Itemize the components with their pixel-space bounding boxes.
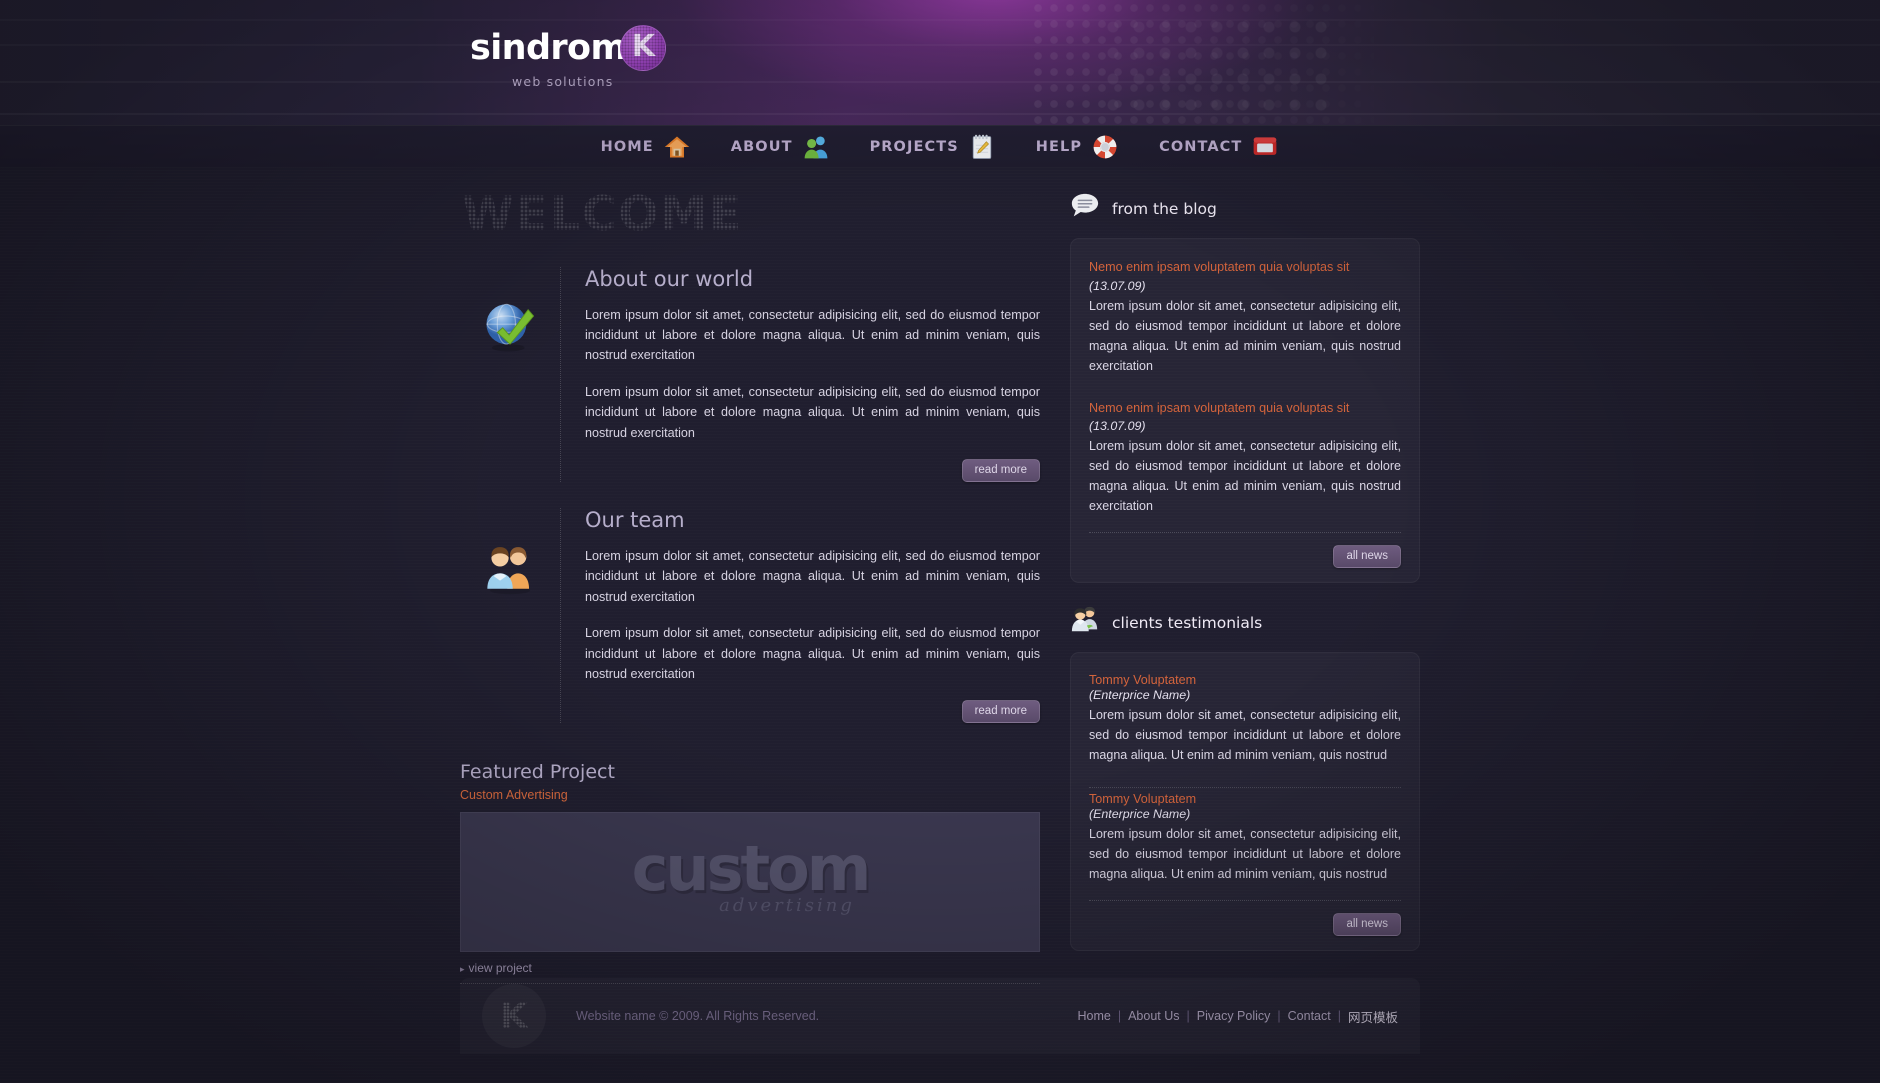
team-icon (460, 508, 560, 723)
footer-logo-letter: K (500, 995, 528, 1037)
blog-post-date: (13.07.09) (1089, 278, 1146, 293)
footer-link-template-cn[interactable]: 网页模板 (1348, 1007, 1398, 1026)
nav-item-contact[interactable]: CONTACT (1159, 133, 1279, 161)
logo-tagline: web solutions (512, 74, 614, 89)
featured-project-subtitle[interactable]: Custom Advertising (460, 788, 1040, 802)
nav-item-about[interactable]: ABOUT (731, 133, 830, 161)
footer-link-separator: | (1337, 1009, 1341, 1023)
speech-bubble-icon (1070, 191, 1100, 226)
clients-icon (1070, 605, 1100, 640)
testimonials-panel: Tommy Voluptatem (Enterprice Name) Lorem… (1070, 652, 1420, 952)
footer-link-home[interactable]: Home (1077, 1009, 1110, 1023)
content-area: WELCOME About our world Lorem ipsum dolo… (460, 167, 1420, 985)
sidebar-column: from the blog Nemo enim ipsam voluptatem… (1070, 189, 1420, 984)
testimonial-author[interactable]: Tommy Voluptatem (1089, 673, 1401, 687)
blog-post-text: Lorem ipsum dolor sit amet, consectetur … (1089, 439, 1401, 514)
welcome-heading: WELCOME (460, 189, 1040, 241)
testimonials-panel-header: clients testimonials (1070, 605, 1420, 640)
section-body: Our team Lorem ipsum dolor sit amet, con… (560, 508, 1040, 724)
logo-row: sindrom K (470, 25, 667, 71)
testimonial-text: Lorem ipsum dolor sit amet, consectetur … (1089, 827, 1401, 882)
blog-post: Nemo enim ipsam voluptatem quia voluptas… (1089, 255, 1401, 388)
site-footer-wrap: K Website name © 2009. All Rights Reserv… (0, 978, 1880, 1083)
users-icon (802, 133, 830, 161)
testimonial-organization: (Enterprice Name) (1089, 688, 1191, 703)
testimonial-organization: (Enterprice Name) (1089, 807, 1191, 822)
caret-right-icon: ▸ (460, 964, 465, 975)
page-root: sindrom K web solutions HOME ABOUT PROJE… (0, 0, 1880, 1083)
footer-link-privacy-policy[interactable]: Pivacy Policy (1197, 1009, 1271, 1023)
lifering-icon (1091, 133, 1119, 161)
logo-wordmark: sindrom (470, 27, 627, 68)
featured-project-image[interactable]: custom advertising (460, 812, 1040, 953)
all-news-button[interactable]: all news (1333, 913, 1401, 937)
testimonial-author[interactable]: Tommy Voluptatem (1089, 792, 1401, 806)
footer-link-separator: | (1277, 1009, 1281, 1023)
custom-advertising-logo: custom advertising (631, 831, 872, 916)
phone-icon (1251, 133, 1279, 161)
header-dot-pattern (1030, 0, 1460, 125)
testimonial-text: Lorem ipsum dolor sit amet, consectetur … (1089, 708, 1401, 763)
nav-label-contact: CONTACT (1159, 138, 1243, 155)
footer-link-separator: | (1186, 1009, 1190, 1023)
nav-label-help: HELP (1035, 138, 1083, 155)
view-project-label: view project (468, 961, 532, 976)
nav-label-projects: PROJECTS (869, 138, 959, 155)
main-column: WELCOME About our world Lorem ipsum dolo… (460, 189, 1040, 985)
footer-link-separator: | (1117, 1009, 1122, 1023)
section-title: About our world (585, 266, 754, 291)
section-about-our-world: About our world Lorem ipsum dolor sit am… (460, 266, 1040, 483)
footer-link-contact[interactable]: Contact (1288, 1009, 1331, 1023)
logo-badge-icon: K (620, 25, 667, 71)
section-paragraph: Lorem ipsum dolor sit amet, consectetur … (585, 307, 1040, 363)
blog-panel-title: from the blog (1112, 199, 1217, 218)
home-icon (663, 133, 691, 161)
section-paragraph: Lorem ipsum dolor sit amet, consectetur … (585, 384, 1040, 440)
featured-project: Featured Project Custom Advertising cust… (460, 761, 1040, 985)
testimonial-item: Tommy Voluptatem (Enterprice Name) Lorem… (1089, 669, 1401, 777)
testimonials-panel-footer: all news (1089, 900, 1401, 937)
copyright-text: Website name © 2009. All Rights Reserved… (576, 1009, 820, 1023)
custom-logo-sub: advertising (719, 894, 855, 916)
blog-post-title[interactable]: Nemo enim ipsam voluptatem quia voluptas… (1089, 400, 1401, 418)
read-more-button[interactable]: read more (961, 700, 1040, 724)
section-paragraph: Lorem ipsum dolor sit amet, consectetur … (585, 549, 1040, 604)
blog-panel-footer: all news (1089, 532, 1401, 569)
footer-links: Home | About Us | Pivacy Policy | Contac… (1077, 1007, 1398, 1026)
logo-badge-letter: K (631, 29, 656, 64)
featured-project-title: Featured Project (460, 761, 615, 784)
site-footer: K Website name © 2009. All Rights Reserv… (460, 978, 1420, 1054)
nav-label-home: HOME (600, 138, 654, 155)
nav-item-projects[interactable]: PROJECTS (870, 133, 996, 161)
blog-post-text: Lorem ipsum dolor sit amet, consectetur … (1089, 298, 1401, 373)
blog-panel: Nemo enim ipsam voluptatem quia voluptas… (1070, 238, 1420, 584)
nav-label-about: ABOUT (730, 138, 793, 155)
notepad-icon (968, 133, 996, 161)
blog-post: Nemo enim ipsam voluptatem quia voluptas… (1089, 388, 1401, 529)
blog-post-title[interactable]: Nemo enim ipsam voluptatem quia voluptas… (1089, 259, 1401, 277)
footer-link-about-us[interactable]: About Us (1128, 1009, 1179, 1023)
footer-logo-badge: K (482, 984, 546, 1048)
all-news-button[interactable]: all news (1333, 545, 1401, 569)
nav-item-help[interactable]: HELP (1036, 133, 1119, 161)
section-button-row: read more (585, 700, 1040, 724)
section-title: Our team (585, 508, 685, 533)
section-body: About our world Lorem ipsum dolor sit am… (560, 266, 1040, 483)
site-header: sindrom K web solutions (0, 0, 1880, 125)
site-logo[interactable]: sindrom K web solutions (470, 25, 667, 89)
nav-item-home[interactable]: HOME (601, 133, 691, 161)
blog-panel-header: from the blog (1070, 191, 1420, 226)
section-paragraph: Lorem ipsum dolor sit amet, consectetur … (585, 626, 1040, 681)
section-our-team: Our team Lorem ipsum dolor sit amet, con… (460, 508, 1040, 724)
header-light-streaks (0, 0, 1880, 125)
header-dot-pattern-large (1100, 14, 1330, 114)
section-button-row: read more (585, 459, 1040, 483)
main-navigation: HOME ABOUT PROJECTS HELP CONTACT (0, 125, 1880, 167)
custom-logo-word: custom (631, 831, 872, 905)
read-more-button[interactable]: read more (961, 459, 1040, 483)
globe-check-icon (460, 267, 560, 482)
testimonial-item: Tommy Voluptatem (Enterprice Name) Lorem… (1089, 788, 1401, 896)
testimonials-panel-title: clients testimonials (1112, 613, 1263, 632)
blog-post-date: (13.07.09) (1089, 419, 1146, 434)
